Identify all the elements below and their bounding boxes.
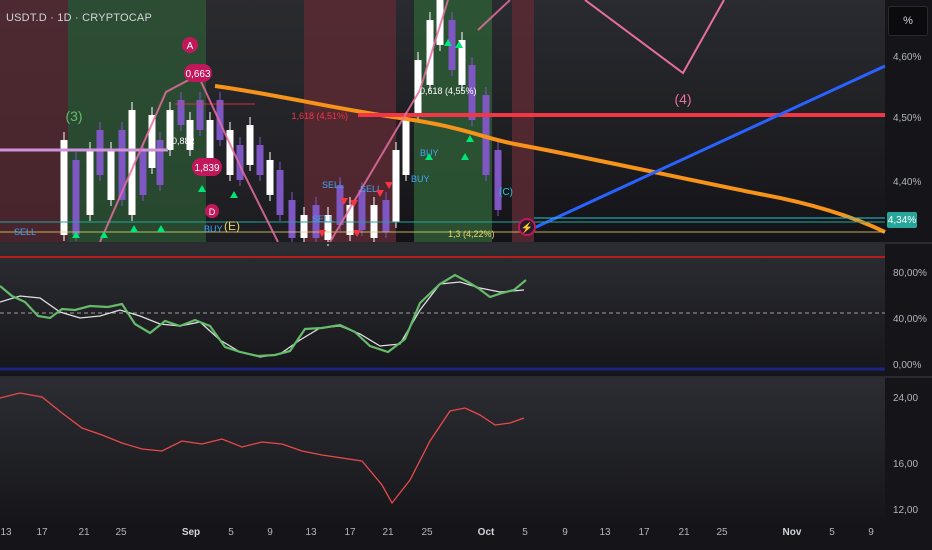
candle-body xyxy=(107,150,115,200)
time-axis-label: 5 xyxy=(522,527,528,538)
time-axis-label: 21 xyxy=(78,527,90,538)
time-axis-label: 17 xyxy=(638,527,650,538)
fib-level-2-label: 0,618 (4,55%) xyxy=(420,86,477,96)
time-axis-label: 25 xyxy=(421,527,433,538)
time-axis-label: 17 xyxy=(344,527,356,538)
candle-body xyxy=(72,160,80,235)
rsi-pane[interactable] xyxy=(0,244,885,376)
buy-signal: BUY xyxy=(204,224,223,234)
candle-body xyxy=(256,145,264,175)
candle-body xyxy=(118,130,126,200)
sell-signal: SELL xyxy=(312,214,334,224)
candle-body xyxy=(139,150,147,195)
trading-chart[interactable]: A 0,663 1,839 D (3) (4) 1,618 (4,51%) 0,… xyxy=(0,0,932,550)
time-axis-label: 5 xyxy=(829,527,835,538)
candle-body xyxy=(60,140,68,235)
time-axis-label: 13 xyxy=(0,527,12,538)
time-axis-label: 17 xyxy=(36,527,48,538)
fib-level-4-label: 1,3 (4,22%) xyxy=(448,229,495,239)
candle-body xyxy=(402,120,410,175)
sell-signal: SELL xyxy=(322,180,344,190)
candle-body xyxy=(96,130,104,175)
candle-body xyxy=(300,215,308,238)
candle-body xyxy=(216,100,224,140)
label-0663: 0,663 xyxy=(185,69,210,80)
indicator-axis-label: 16,00 xyxy=(893,459,919,470)
time-axis-label: 21 xyxy=(382,527,394,538)
wave-c-label: (C) xyxy=(499,187,513,198)
current-price-tag: 4,34% xyxy=(887,212,917,228)
svg-text:⚡: ⚡ xyxy=(521,221,533,234)
rsi-axis-label: 0,00% xyxy=(893,360,922,371)
label-1839: 1,839 xyxy=(194,163,219,174)
candle-body xyxy=(266,160,274,195)
price-axis-label: 4,50% xyxy=(893,113,922,124)
candle-body xyxy=(392,150,400,222)
rsi-axis-label: 80,00% xyxy=(893,268,927,279)
time-axis-label: Nov xyxy=(782,527,802,538)
indicator-pane[interactable] xyxy=(0,378,885,522)
candle-body xyxy=(382,200,390,232)
time-axis-label: 13 xyxy=(305,527,317,538)
buy-signal: BUY xyxy=(411,174,430,184)
wave-4-label: (4) xyxy=(674,91,691,107)
fib-level-3-label: 0,882 xyxy=(172,136,195,146)
time-axis-label: Sep xyxy=(181,527,201,538)
label-a: A xyxy=(187,41,194,52)
indicator-axis-label: 24,00 xyxy=(893,393,919,404)
candle-body xyxy=(358,190,366,230)
candle-body xyxy=(86,150,94,215)
candle-body xyxy=(494,150,502,210)
candle-body xyxy=(276,170,284,215)
candle-body xyxy=(156,140,164,185)
time-axis-label: 9 xyxy=(267,527,273,538)
rsi-axis-label: 40,00% xyxy=(893,314,927,325)
label-d: D xyxy=(209,207,216,217)
time-axis-label: 25 xyxy=(716,527,728,538)
time-axis-label: 5 xyxy=(228,527,234,538)
indicator-axis-label: 12,00 xyxy=(893,505,919,516)
time-axis-label: Oct xyxy=(477,527,495,538)
percent-scale-button[interactable]: % xyxy=(888,6,928,36)
candle-body xyxy=(246,125,254,165)
price-axis-label: 4,40% xyxy=(893,177,922,188)
price-axis-label: 4,60% xyxy=(893,52,922,63)
wave-e-label: (E) xyxy=(224,219,240,233)
time-axis-label: 9 xyxy=(868,527,874,538)
sell-signal: SELL xyxy=(14,227,36,237)
time-axis-label: 21 xyxy=(678,527,690,538)
candle-body xyxy=(336,185,344,225)
time-axis-label: 9 xyxy=(562,527,568,538)
time-axis-label: 25 xyxy=(115,527,127,538)
time-axis[interactable] xyxy=(0,522,885,550)
fib-level-label: 1,618 (4,51%) xyxy=(291,111,348,121)
time-axis-label: 13 xyxy=(599,527,611,538)
chart-title: USDT.D · 1D · CRYPTOCAP xyxy=(6,12,152,24)
wave-3-label: (3) xyxy=(65,108,82,124)
